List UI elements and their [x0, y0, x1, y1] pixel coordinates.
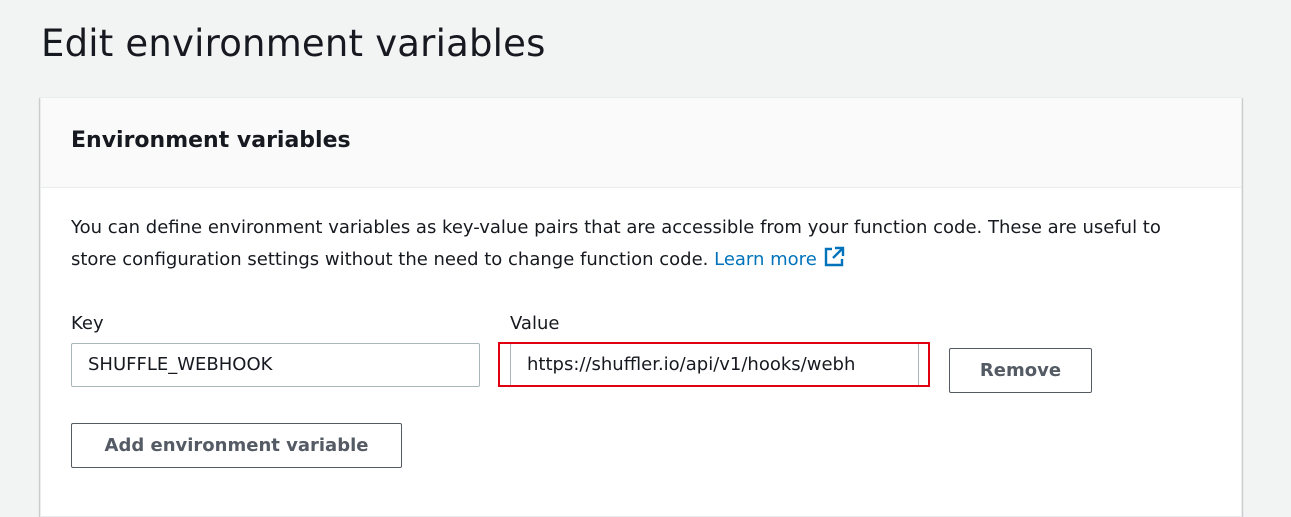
- panel-description: You can define environment variables as …: [71, 212, 1191, 279]
- external-link-icon: [823, 246, 845, 279]
- panel-header: Environment variables: [41, 98, 1241, 188]
- value-label: Value: [510, 313, 560, 334]
- value-input-highlight: [498, 342, 930, 387]
- page-title: Edit environment variables: [41, 22, 546, 65]
- description-text: You can define environment variables as …: [71, 217, 1161, 270]
- learn-more-label: Learn more: [714, 249, 817, 270]
- panel-body: You can define environment variables as …: [41, 188, 1241, 279]
- add-environment-variable-button[interactable]: Add environment variable: [71, 423, 402, 468]
- remove-button[interactable]: Remove: [949, 348, 1092, 393]
- panel-title: Environment variables: [71, 128, 351, 153]
- learn-more-link[interactable]: Learn more: [714, 246, 845, 270]
- key-input[interactable]: SHUFFLE_WEBHOOK: [71, 343, 480, 387]
- key-label: Key: [71, 313, 104, 334]
